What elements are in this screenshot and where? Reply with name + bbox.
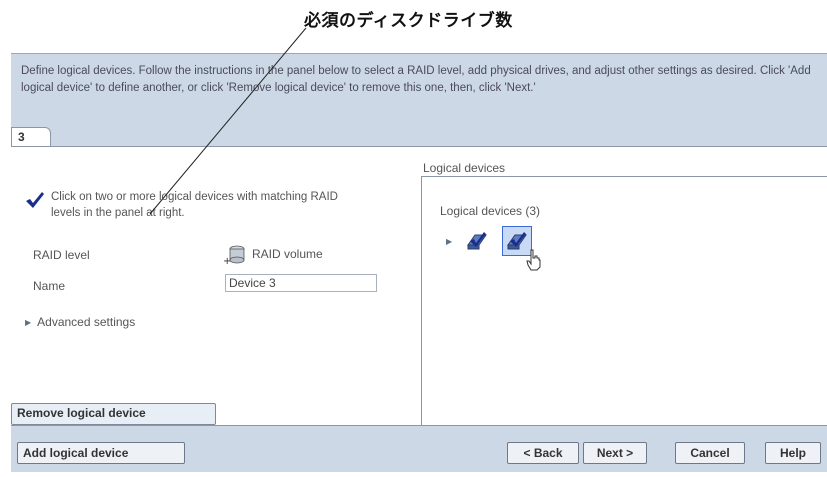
back-button[interactable]: < Back: [507, 442, 579, 464]
tab-strip: 3: [11, 127, 827, 147]
instructions-panel: Define logical devices. Follow the instr…: [11, 53, 827, 128]
svg-text:+: +: [223, 256, 231, 265]
next-button[interactable]: Next >: [583, 442, 647, 464]
name-input[interactable]: [225, 274, 377, 292]
content-area: Click on two or more logical devices wit…: [11, 147, 827, 425]
cancel-button[interactable]: Cancel: [675, 442, 745, 464]
advanced-settings-toggle[interactable]: ▶ Advanced settings: [25, 315, 135, 329]
logical-devices-panel: Logical devices (3) ▶: [421, 176, 827, 425]
raid-level-text: RAID volume: [252, 247, 323, 261]
logical-devices-header: Logical devices (3): [440, 204, 541, 218]
logical-devices-tree: ▶: [446, 226, 533, 256]
name-label: Name: [33, 279, 66, 293]
tab-device-3[interactable]: 3: [11, 127, 51, 146]
logical-device-icon-1[interactable]: [462, 226, 492, 256]
expand-triangle-icon: ▶: [25, 317, 32, 327]
tree-expand-icon[interactable]: ▶: [446, 237, 452, 246]
checkmark-icon: [26, 192, 44, 208]
logical-device-checked-icon: [467, 232, 488, 250]
logical-devices-title: Logical devices: [423, 161, 506, 175]
hand-cursor-icon: [526, 249, 541, 271]
tip-text: Click on two or more logical devices wit…: [51, 191, 338, 219]
help-button[interactable]: Help: [765, 442, 821, 464]
button-bar: Add logical device < Back Next > Cancel …: [11, 425, 827, 472]
add-logical-device-button[interactable]: Add logical device: [17, 442, 185, 464]
wizard-dialog: Define logical devices. Follow the instr…: [11, 53, 827, 472]
raid-volume-icon: +: [223, 245, 245, 265]
instructions-text: Define logical devices. Follow the instr…: [21, 65, 811, 94]
raid-level-label: RAID level: [33, 248, 90, 262]
callout-label: 必須のディスクドライブ数: [304, 11, 513, 31]
raid-level-value: + RAID volume: [223, 243, 323, 265]
remove-logical-device-button[interactable]: Remove logical device: [11, 403, 216, 425]
advanced-settings-label: Advanced settings: [37, 315, 136, 329]
